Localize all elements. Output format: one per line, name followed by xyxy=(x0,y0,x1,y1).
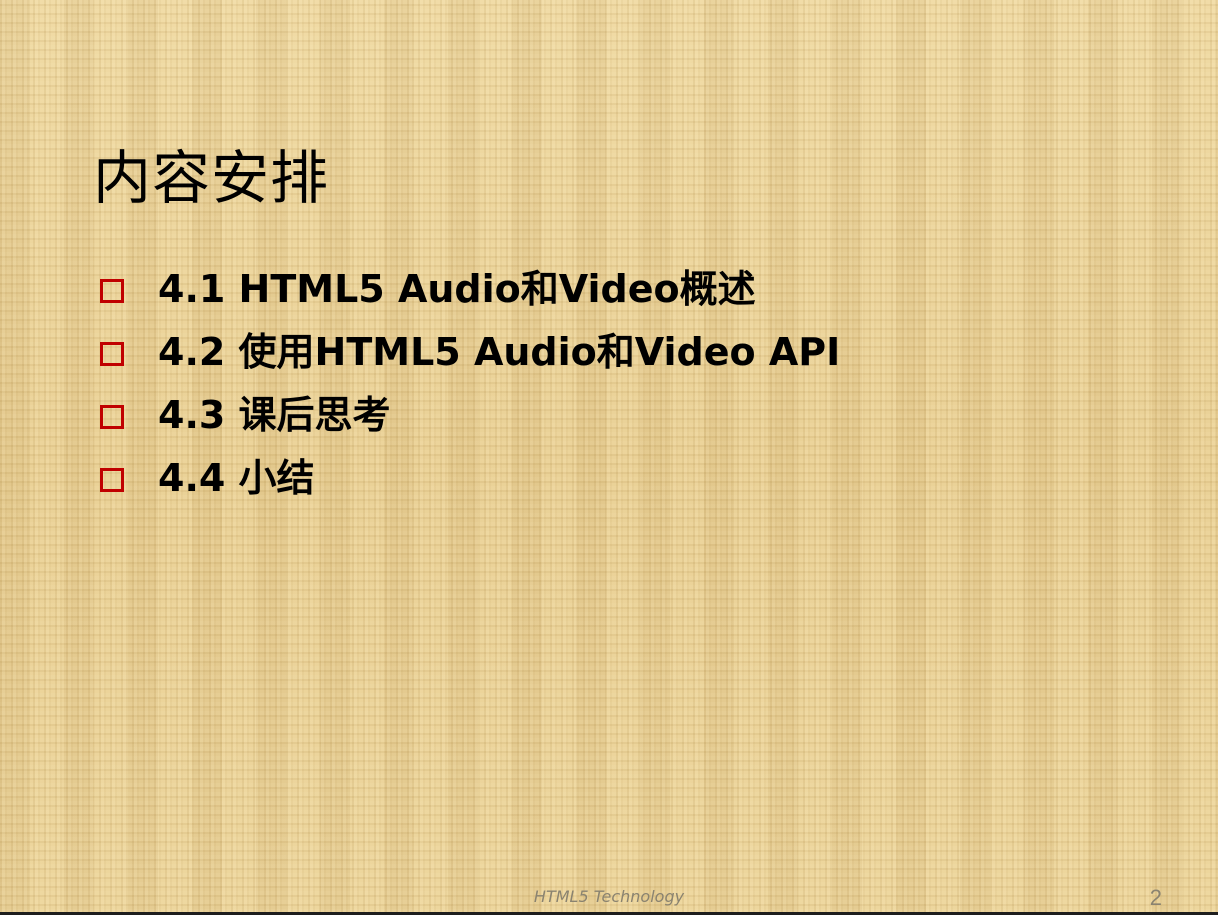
list-item: 4.3 课后思考 xyxy=(100,384,1150,447)
slide: 内容安排 4.1 HTML5 Audio和Video概述 4.2 使用HTML5… xyxy=(0,0,1218,915)
list-item-label: 4.1 HTML5 Audio和Video概述 xyxy=(158,267,756,311)
hollow-square-bullet-icon xyxy=(100,404,124,429)
page-number: 2 xyxy=(1149,885,1162,910)
list-item: 4.4 小结 xyxy=(100,447,1150,510)
content-list: 4.1 HTML5 Audio和Video概述 4.2 使用HTML5 Audi… xyxy=(100,258,1150,510)
slide-footer: HTML5 Technology xyxy=(533,887,685,906)
hollow-square-bullet-icon xyxy=(100,278,124,303)
slide-title: 内容安排 xyxy=(93,144,330,212)
list-item-label: 4.3 课后思考 xyxy=(158,393,391,437)
list-item: 4.1 HTML5 Audio和Video概述 xyxy=(100,258,1150,321)
list-item-label: 4.2 使用HTML5 Audio和Video API xyxy=(158,330,841,374)
list-item: 4.2 使用HTML5 Audio和Video API xyxy=(100,321,1150,384)
hollow-square-bullet-icon xyxy=(100,467,124,492)
hollow-square-bullet-icon xyxy=(100,341,124,366)
list-item-label: 4.4 小结 xyxy=(158,456,315,500)
